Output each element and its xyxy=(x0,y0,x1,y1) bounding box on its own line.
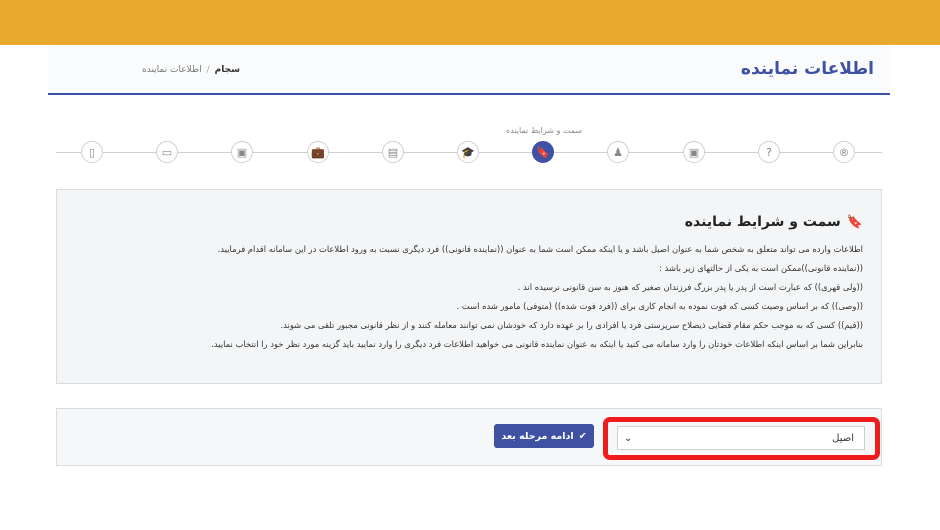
briefcase-icon[interactable]: 💼 xyxy=(307,141,329,163)
info-title: 🔖 سمت و شرایط نماینده xyxy=(75,214,863,230)
money-icon[interactable]: ▣ xyxy=(231,141,253,163)
breadcrumb-item-sejam[interactable]: سجام xyxy=(215,65,240,75)
info-line: بنابراین شما بر اساس اینکه اطلاعات خودتا… xyxy=(211,339,863,349)
representative-type-select[interactable]: ⌄ اصیل xyxy=(617,426,865,450)
info-line: ((قیم)) کسی که به موجب حکم مقام قضایی ذی… xyxy=(280,320,863,330)
credit-card-icon[interactable]: ▭ xyxy=(156,141,178,163)
info-line: ((ولی قهری)) که عبارت است از پدر یا پدر … xyxy=(517,282,863,292)
breadcrumb: سجام / اطلاعات نماینده xyxy=(142,65,240,75)
breadcrumb-item-current: اطلاعات نماینده xyxy=(142,65,202,75)
bookmark-icon: 🔖 xyxy=(846,214,863,230)
person-icon[interactable]: ♟ xyxy=(607,141,629,163)
active-step-caption: سمت و شرایط نماینده xyxy=(505,126,583,135)
id-card-icon[interactable]: ▯ xyxy=(81,141,103,163)
page-header: اطلاعات نماینده سجام / اطلاعات نماینده xyxy=(48,46,890,95)
breadcrumb-separator: / xyxy=(206,65,210,75)
top-banner xyxy=(0,0,940,45)
bookmark-icon[interactable]: 🔖 xyxy=(532,141,554,163)
info-panel: 🔖 سمت و شرایط نماینده اطلاعات وارده می ت… xyxy=(56,189,882,384)
document-icon[interactable]: ▤ xyxy=(382,141,404,163)
info-title-text: سمت و شرایط نماینده xyxy=(684,214,841,230)
info-line: ((وصی)) که بر اساس وصیت کسی که فوت نموده… xyxy=(456,301,863,311)
next-step-label: ادامه مرحله بعد xyxy=(501,430,574,442)
page-title: اطلاعات نماینده xyxy=(740,59,874,79)
info-line: اطلاعات وارده می تواند متعلق به شخص شما … xyxy=(217,244,863,254)
chevron-down-icon: ⌄ xyxy=(624,432,633,444)
registered-icon[interactable]: ® xyxy=(833,141,855,163)
check-icon: ✔ xyxy=(578,430,587,442)
graduation-cap-icon[interactable]: 🎓 xyxy=(457,141,479,163)
select-value: اصیل xyxy=(832,432,854,444)
next-step-button[interactable]: ✔ ادامه مرحله بعد xyxy=(494,424,594,448)
info-line: ((نماینده قانونی))ممکن است به یکی از حال… xyxy=(659,263,863,273)
question-icon[interactable]: ? xyxy=(758,141,780,163)
money-icon[interactable]: ▣ xyxy=(683,141,705,163)
